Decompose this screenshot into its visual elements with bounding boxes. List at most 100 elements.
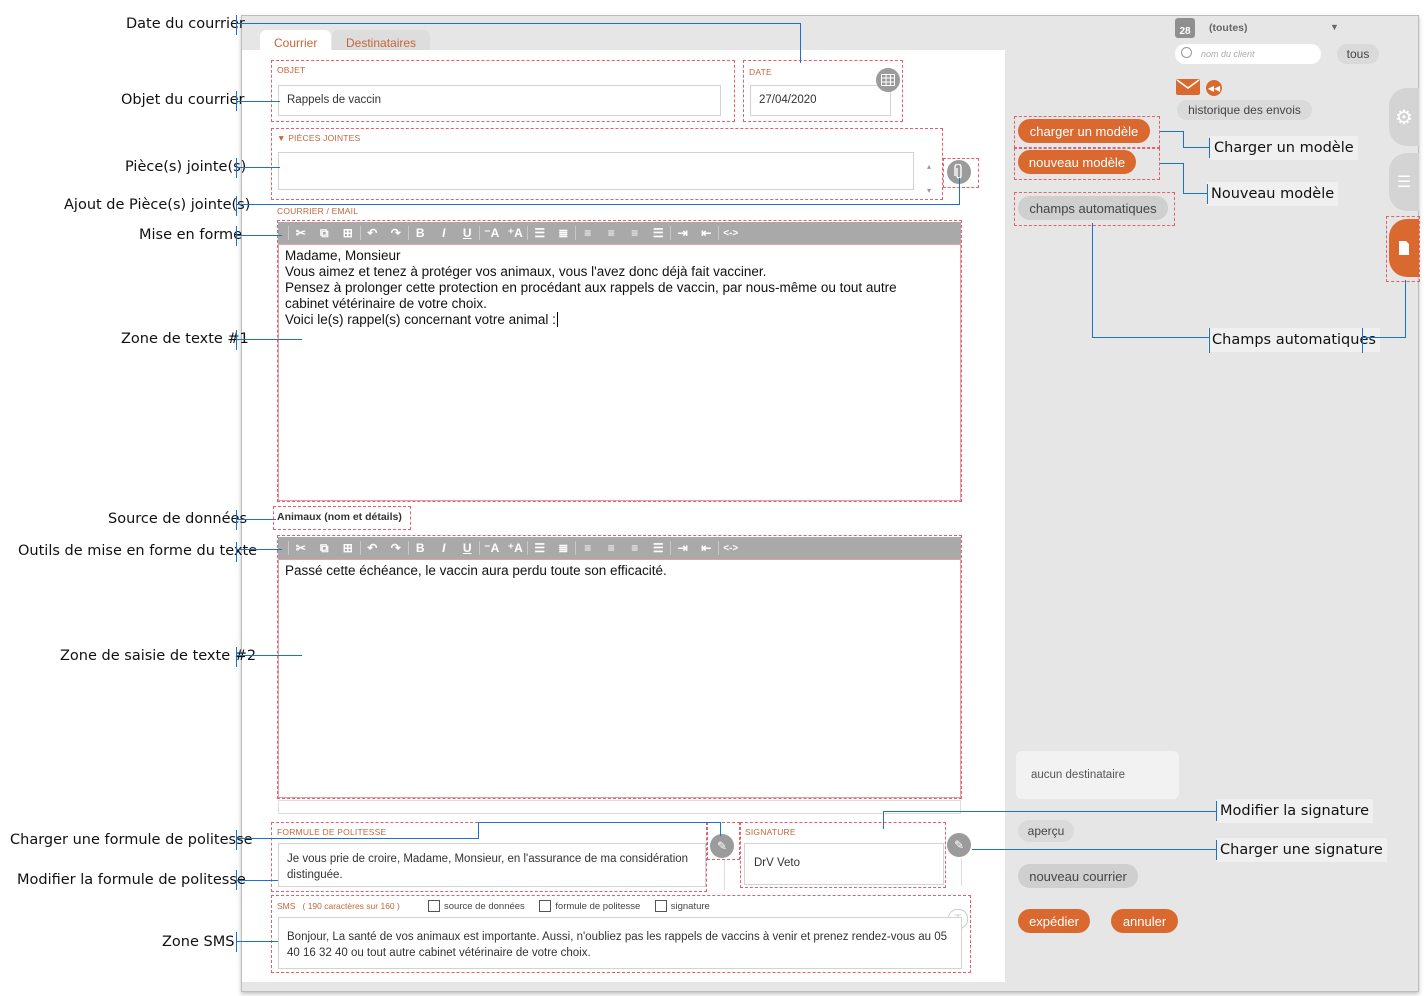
apercu-button[interactable]: aperçu bbox=[1018, 820, 1074, 842]
sms-count: ( 190 caractères sur 160 ) bbox=[302, 901, 400, 911]
justify-icon[interactable]: ☰ bbox=[647, 222, 671, 244]
indent-icon[interactable]: ⇥ bbox=[671, 222, 695, 244]
callout-charger-signature: Charger une signature bbox=[1216, 838, 1387, 862]
bullet-list-icon[interactable]: ☰ bbox=[528, 222, 552, 244]
redo-icon[interactable]: ↷ bbox=[384, 222, 408, 244]
connector bbox=[1183, 163, 1184, 194]
undo-icon[interactable]: ↶ bbox=[361, 537, 385, 559]
font-larger-icon[interactable]: ⁺A bbox=[504, 222, 528, 244]
filter-value[interactable]: (toutes) bbox=[1209, 22, 1248, 34]
source-code-icon[interactable]: <-> bbox=[719, 537, 743, 559]
cut-icon[interactable]: ✂ bbox=[289, 222, 313, 244]
annotation-zone2: Zone de saisie de texte #2 bbox=[60, 648, 257, 664]
bold-icon[interactable]: B bbox=[409, 537, 433, 559]
text-cursor: ​ bbox=[556, 312, 558, 327]
align-left-icon[interactable]: ≡ bbox=[576, 222, 600, 244]
chevron-down-icon[interactable]: ▼ bbox=[1330, 22, 1339, 32]
check-label: source de données bbox=[444, 900, 525, 912]
gear-icon: ⚙ bbox=[1395, 106, 1413, 129]
connector bbox=[972, 849, 1217, 850]
outdent-icon[interactable]: ⇤ bbox=[695, 222, 719, 244]
connector bbox=[236, 519, 276, 520]
search-input[interactable]: nom du client bbox=[1175, 44, 1321, 64]
justify-icon[interactable]: ☰ bbox=[647, 537, 671, 559]
underline-icon[interactable]: U bbox=[456, 537, 480, 559]
editor1-line: Madame, Monsieur bbox=[285, 248, 401, 263]
indent-icon[interactable]: ⇥ bbox=[671, 537, 695, 559]
annotation-source: Source de données bbox=[108, 511, 247, 527]
calendar-grid-icon[interactable] bbox=[876, 68, 900, 92]
rewind-icon[interactable]: ◀◀ bbox=[1206, 80, 1222, 96]
undo-icon[interactable]: ↶ bbox=[361, 222, 385, 244]
objet-input[interactable]: Rappels de vaccin bbox=[278, 85, 721, 116]
bullet-list-icon[interactable]: ☰ bbox=[528, 537, 552, 559]
cut-icon[interactable]: ✂ bbox=[289, 537, 313, 559]
bold-icon[interactable]: B bbox=[409, 222, 433, 244]
copy-icon[interactable]: ⧉ bbox=[313, 222, 337, 244]
settings-tab[interactable]: ⚙ bbox=[1389, 88, 1419, 146]
copy-icon[interactable]: ⧉ bbox=[313, 537, 337, 559]
checkbox[interactable] bbox=[654, 900, 667, 912]
pieces-label[interactable]: ▼ PIÈCES JOINTES bbox=[277, 133, 360, 143]
align-center-icon[interactable]: ≡ bbox=[600, 537, 624, 559]
checkbox[interactable] bbox=[539, 900, 552, 912]
align-right-icon[interactable]: ≡ bbox=[623, 537, 647, 559]
pieces-list[interactable] bbox=[278, 152, 914, 190]
numbered-list-icon[interactable]: ≣ bbox=[552, 537, 576, 559]
triangle-down-icon: ▼ bbox=[277, 133, 286, 143]
annotation-pieces: Pièce(s) jointe(s) bbox=[125, 159, 247, 175]
checkbox[interactable] bbox=[428, 900, 440, 912]
italic-icon[interactable]: I bbox=[432, 222, 456, 244]
align-left-icon[interactable]: ≡ bbox=[576, 537, 600, 559]
mail-icon[interactable] bbox=[1176, 79, 1200, 95]
underline-icon[interactable]: U bbox=[456, 222, 480, 244]
connector bbox=[1216, 801, 1217, 821]
annotation-sms: Zone SMS bbox=[162, 934, 235, 950]
annotation-zone1: Zone de texte #1 bbox=[121, 331, 249, 347]
editor2-toolbar: ✂ ⧉ ⊞ ↶ ↷ B I U ⁻A ⁺A ☰ ≣ ≡ ≡ ≡ ☰ ⇥ ⇤ <-… bbox=[278, 537, 961, 559]
nouveau-courrier-button[interactable]: nouveau courrier bbox=[1018, 864, 1138, 888]
pen-icon[interactable]: ✎ bbox=[710, 834, 734, 858]
check-signature[interactable]: signature bbox=[654, 900, 710, 912]
scroll-arrows-icon[interactable]: ▴ ▾ bbox=[927, 155, 931, 203]
editor2-text[interactable]: Passé cette échéance, le vaccin aura per… bbox=[278, 559, 961, 798]
editor1-text[interactable]: Madame, Monsieur Vous aimez et tenez à p… bbox=[278, 244, 961, 501]
source-code-icon[interactable]: <-> bbox=[719, 222, 743, 244]
signature-input[interactable]: DrV Veto bbox=[744, 843, 944, 885]
document-tab[interactable] bbox=[1389, 219, 1419, 277]
sms-input[interactable]: Bonjour, La santé de vos animaux est imp… bbox=[278, 917, 962, 969]
connector bbox=[883, 811, 1217, 812]
objet-label: OBJET bbox=[277, 65, 306, 75]
connector bbox=[1209, 138, 1210, 158]
check-politesse[interactable]: formule de politesse bbox=[539, 900, 640, 912]
redo-icon[interactable]: ↷ bbox=[384, 537, 408, 559]
paste-icon[interactable]: ⊞ bbox=[336, 222, 360, 244]
font-smaller-icon[interactable]: ⁻A bbox=[480, 222, 504, 244]
signature-pen-icon[interactable]: ✎ bbox=[947, 833, 971, 857]
champs-auto-button[interactable]: champs automatiques bbox=[1018, 196, 1168, 220]
list-tab[interactable]: ☰ bbox=[1389, 153, 1419, 211]
source-dropdown[interactable]: Animaux (nom et détails) bbox=[277, 511, 402, 523]
historique-button[interactable]: historique des envois bbox=[1177, 100, 1312, 120]
connector bbox=[1209, 328, 1210, 353]
font-smaller-icon[interactable]: ⁻A bbox=[480, 537, 504, 559]
date-input[interactable]: 27/04/2020 bbox=[750, 85, 891, 116]
connector bbox=[1160, 163, 1184, 164]
font-larger-icon[interactable]: ⁺A bbox=[504, 537, 528, 559]
calendar-icon[interactable]: 28 bbox=[1175, 18, 1195, 38]
annuler-button[interactable]: annuler bbox=[1111, 909, 1178, 933]
italic-icon[interactable]: I bbox=[432, 537, 456, 559]
expedier-button[interactable]: expédier bbox=[1018, 909, 1090, 933]
nouveau-modele-button[interactable]: nouveau modèle bbox=[1018, 150, 1136, 174]
outdent-icon[interactable]: ⇤ bbox=[695, 537, 719, 559]
connector bbox=[236, 339, 302, 340]
tous-button[interactable]: tous bbox=[1337, 44, 1379, 64]
check-source[interactable]: source de données bbox=[428, 900, 525, 912]
charger-modele-button[interactable]: charger un modèle bbox=[1018, 119, 1150, 143]
numbered-list-icon[interactable]: ≣ bbox=[552, 222, 576, 244]
align-right-icon[interactable]: ≡ bbox=[623, 222, 647, 244]
connector bbox=[800, 23, 801, 63]
align-center-icon[interactable]: ≡ bbox=[600, 222, 624, 244]
politesse-input[interactable]: Je vous prie de croire, Madame, Monsieur… bbox=[278, 843, 706, 887]
paste-icon[interactable]: ⊞ bbox=[336, 537, 360, 559]
